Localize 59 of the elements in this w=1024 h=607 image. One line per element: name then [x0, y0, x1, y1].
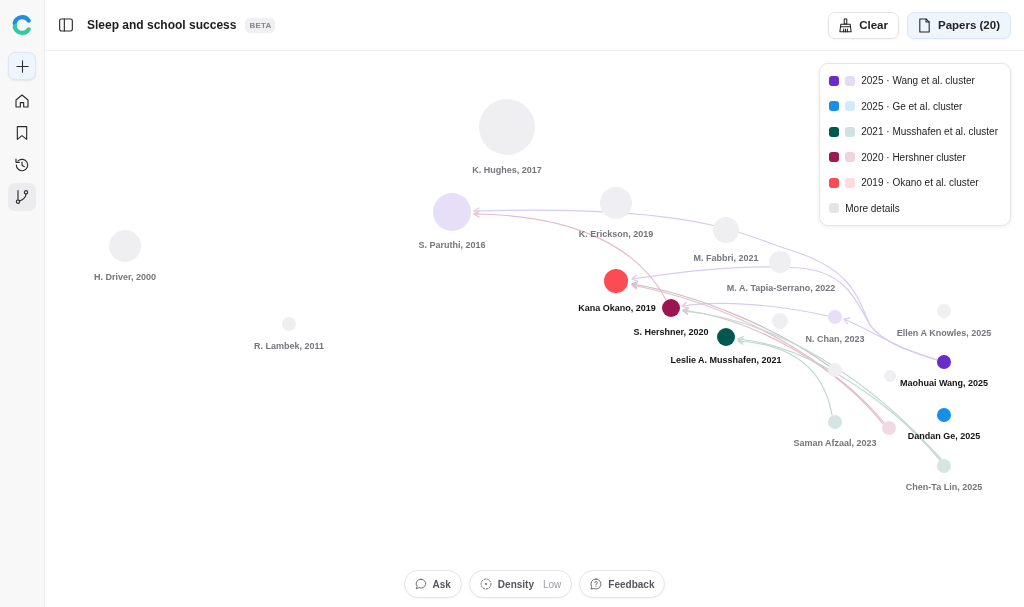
paper-node[interactable] [937, 355, 951, 369]
paper-label[interactable]: M. Fabbri, 2021 [693, 253, 759, 264]
paper-node[interactable] [662, 299, 680, 317]
paper-label[interactable]: K. Hughes, 2017 [472, 165, 542, 176]
panel-icon [58, 17, 74, 33]
legend-label: More details [845, 202, 900, 214]
ask-button[interactable]: Ask [403, 570, 462, 598]
dotted-circle-icon [479, 578, 492, 590]
legend-label: 2020 · Hershner cluster [861, 151, 966, 163]
graph-button[interactable] [8, 183, 36, 211]
beta-badge: BETA [245, 17, 276, 33]
paper-label[interactable]: Ellen A Knowles, 2025 [896, 328, 992, 339]
sidebar-toggle-button[interactable] [58, 17, 74, 33]
home-icon [14, 93, 30, 109]
broom-icon [838, 17, 854, 33]
legend-label: 2025 · Wang et al. cluster [861, 75, 975, 87]
paper-node[interactable] [769, 251, 791, 273]
branch-icon [14, 189, 30, 205]
paper-label[interactable]: N. Chan, 2023 [805, 334, 865, 345]
paper-node[interactable] [828, 310, 842, 324]
bookmark-icon [14, 125, 30, 141]
paper-label[interactable]: S. Hershner, 2020 [633, 327, 709, 338]
paper-node[interactable] [772, 313, 788, 329]
paper-node[interactable] [717, 328, 735, 346]
paper-label[interactable]: R. Lambek, 2011 [254, 341, 324, 352]
paper-label[interactable]: M. A. Tapia-Serrano, 2022 [726, 283, 836, 294]
paper-label[interactable]: Saman Afzaal, 2023 [793, 438, 877, 449]
paper-node[interactable] [828, 415, 842, 429]
paper-node[interactable] [882, 421, 896, 435]
plus-icon [14, 58, 30, 74]
density-button[interactable]: Density Low [468, 570, 573, 598]
legend-label: 2025 · Ge et al. cluster [861, 100, 963, 112]
paper-node[interactable] [604, 269, 628, 293]
document-icon [917, 17, 932, 33]
chat-bubble-icon [414, 578, 427, 590]
logo-icon [12, 15, 32, 35]
paper-label[interactable]: Chen-Ta Lin, 2025 [905, 482, 983, 493]
paper-label[interactable]: H. Driver, 2000 [94, 272, 156, 283]
question-bubble-icon [590, 578, 603, 590]
paper-node[interactable] [713, 217, 739, 243]
paper-node[interactable] [828, 363, 842, 377]
history-icon [14, 157, 30, 173]
paper-label[interactable]: K. Erickson, 2019 [578, 229, 654, 240]
feedback-button[interactable]: Feedback [579, 570, 666, 598]
papers-button[interactable]: Papers (20) [907, 11, 1011, 39]
paper-node[interactable] [433, 193, 471, 231]
clear-button[interactable]: Clear [828, 11, 899, 39]
paper-label[interactable]: Kana Okano, 2019 [578, 303, 656, 314]
paper-node[interactable] [937, 408, 951, 422]
legend-label: 2021 · Musshafen et al. cluster [861, 126, 998, 138]
paper-node[interactable] [600, 187, 632, 219]
legend-label: 2019 · Okano et al. cluster [861, 177, 979, 189]
paper-label[interactable]: Dandan Ge, 2025 [907, 431, 981, 442]
paper-label[interactable]: Leslie A. Musshafen, 2021 [670, 355, 782, 366]
paper-label[interactable]: S. Paruthi, 2016 [418, 240, 486, 251]
paper-node[interactable] [937, 459, 951, 473]
new-button[interactable] [8, 52, 36, 80]
page-title: Sleep and school success [87, 18, 237, 32]
paper-label[interactable]: Maohuai Wang, 2025 [899, 378, 989, 389]
